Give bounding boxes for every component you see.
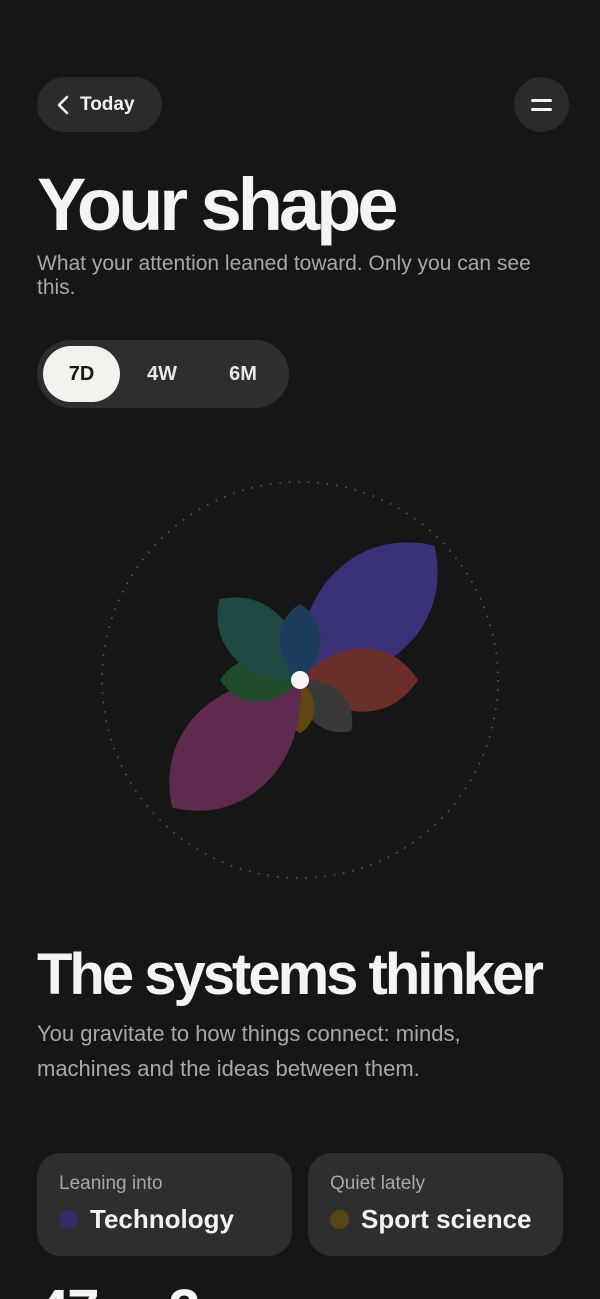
persona-description: You gravitate to how things connect: min… bbox=[37, 1021, 461, 1081]
topic-color-dot bbox=[59, 1209, 78, 1229]
attention-shape-chart bbox=[101, 481, 499, 879]
quiet-lately-card[interactable]: Quiet lately Sport science bbox=[308, 1153, 563, 1256]
page-subtitle: What your attention leaned toward. Only … bbox=[37, 252, 531, 299]
back-button-label: Today bbox=[80, 93, 135, 115]
persona-title: The systems thinker bbox=[37, 942, 544, 1007]
leaning-into-topic: Technology bbox=[90, 1204, 234, 1234]
shape-center-dot bbox=[291, 671, 309, 689]
menu-button[interactable] bbox=[514, 77, 569, 132]
range-option-4w[interactable]: 4W bbox=[122, 346, 202, 402]
menu-icon-line-bottom bbox=[531, 107, 552, 111]
quiet-lately-topic: Sport science bbox=[361, 1204, 532, 1234]
attention-shape bbox=[100, 480, 500, 880]
page-title: Your shape bbox=[37, 163, 398, 246]
next-section-heading: 47 ... 2 bbox=[37, 1282, 237, 1299]
chevron-left-icon bbox=[56, 95, 70, 115]
range-option-6m[interactable]: 6M bbox=[203, 346, 283, 402]
menu-icon-line-top bbox=[531, 98, 552, 102]
leaning-into-card[interactable]: Leaning into Technology bbox=[37, 1153, 292, 1256]
quiet-lately-label: Quiet lately bbox=[330, 1173, 426, 1194]
time-range-toggle: 7D 4W 6M bbox=[37, 340, 289, 408]
back-button[interactable]: Today bbox=[37, 77, 162, 132]
range-option-7d[interactable]: 7D bbox=[43, 346, 120, 402]
top-bar: Today bbox=[37, 77, 569, 132]
leaning-into-label: Leaning into bbox=[59, 1173, 163, 1194]
topic-color-dot bbox=[330, 1209, 349, 1229]
next-section-peek: 47 ... 2 bbox=[37, 1282, 237, 1299]
